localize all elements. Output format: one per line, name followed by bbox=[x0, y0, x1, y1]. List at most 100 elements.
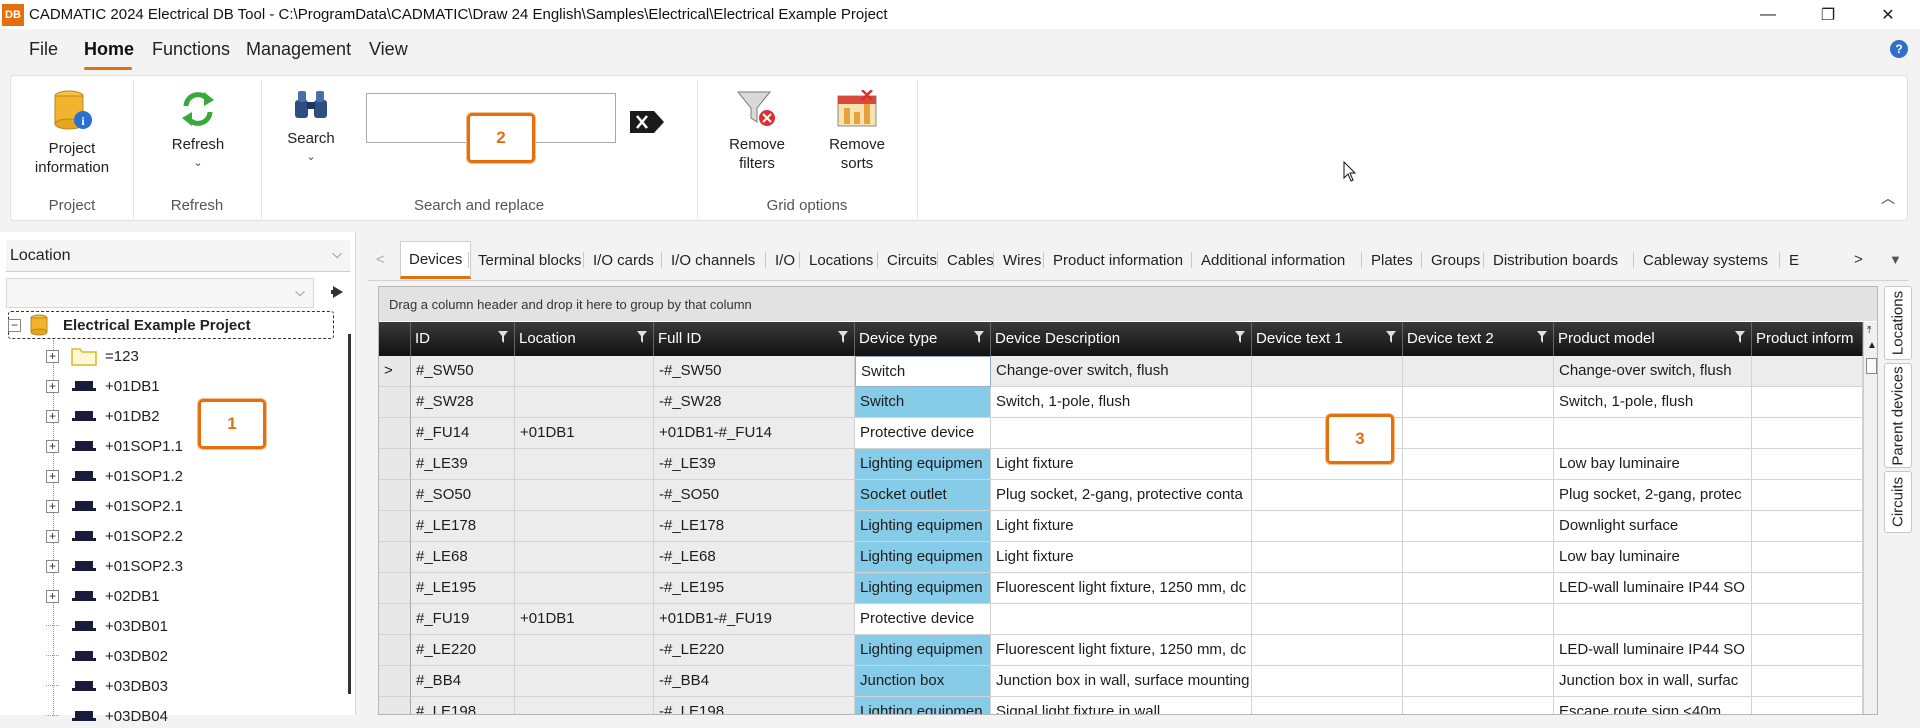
column-filter-icon[interactable] bbox=[974, 331, 984, 343]
table-cell[interactable] bbox=[1403, 604, 1554, 635]
column-header[interactable]: Device text 1 bbox=[1252, 322, 1403, 356]
table-cell[interactable]: #_LE68 bbox=[411, 542, 515, 573]
tab-terminal-blocks[interactable]: Terminal blocks bbox=[470, 241, 589, 279]
table-row[interactable]: #_SO50 -#_SO50 Socket outlet Plug socket, 2… bbox=[379, 480, 1877, 511]
table-row[interactable]: #_LE178 -#_LE178 Lighting equipmen Light fi… bbox=[379, 511, 1877, 542]
tree-item[interactable]: +03DB01 bbox=[46, 614, 168, 638]
table-cell[interactable] bbox=[515, 511, 654, 542]
table-cell[interactable] bbox=[1252, 666, 1403, 697]
remove-sorts-button[interactable]: Remove sorts bbox=[811, 89, 903, 173]
table-cell[interactable]: #_BB4 bbox=[411, 666, 515, 697]
table-cell[interactable] bbox=[1752, 418, 1863, 449]
table-cell[interactable]: Junction box in wall, surfac bbox=[1554, 666, 1752, 697]
column-filter-icon[interactable] bbox=[1537, 331, 1547, 343]
table-cell[interactable] bbox=[1403, 666, 1554, 697]
row-selector[interactable] bbox=[379, 573, 411, 604]
view-select[interactable]: Location ⌵ bbox=[6, 240, 350, 272]
clear-search-icon[interactable] bbox=[628, 109, 666, 135]
tree-root[interactable]: − Electrical Example Project bbox=[8, 311, 334, 339]
table-cell[interactable] bbox=[1752, 511, 1863, 542]
column-filter-icon[interactable] bbox=[838, 331, 848, 343]
table-cell[interactable]: -#_SO50 bbox=[654, 480, 855, 511]
group-by-panel[interactable]: Drag a column header and drop it here to… bbox=[379, 287, 1877, 321]
tree-item[interactable]: + +01SOP1.1 bbox=[46, 434, 183, 458]
table-cell[interactable] bbox=[1252, 573, 1403, 604]
tab-i-o-cards[interactable]: I/O cards bbox=[585, 241, 662, 279]
table-cell[interactable]: -#_SW50 bbox=[654, 356, 855, 387]
table-cell[interactable] bbox=[1252, 542, 1403, 573]
table-cell[interactable] bbox=[1752, 356, 1863, 387]
tab-plates[interactable]: Plates bbox=[1363, 241, 1421, 279]
table-cell[interactable]: #_SW50 bbox=[411, 356, 515, 387]
table-cell[interactable]: Light fixture bbox=[991, 511, 1252, 542]
table-cell[interactable] bbox=[1752, 604, 1863, 635]
table-cell[interactable] bbox=[515, 697, 654, 714]
table-row[interactable]: #_LE195 -#_LE195 Lighting equipmen Fluoresc… bbox=[379, 573, 1877, 604]
row-selector[interactable]: > bbox=[379, 356, 411, 387]
column-header[interactable]: Product inform bbox=[1752, 322, 1863, 356]
table-cell[interactable]: #_LE178 bbox=[411, 511, 515, 542]
table-cell[interactable] bbox=[1252, 480, 1403, 511]
expand-icon[interactable]: + bbox=[46, 439, 59, 453]
table-cell[interactable]: Switch, 1-pole, flush bbox=[1554, 387, 1752, 418]
table-cell[interactable] bbox=[1752, 480, 1863, 511]
table-cell[interactable] bbox=[1403, 573, 1554, 604]
table-cell[interactable]: Change-over switch, flush bbox=[991, 356, 1252, 387]
tree-item[interactable]: + +01SOP2.3 bbox=[46, 554, 183, 578]
table-cell[interactable]: +01DB1 bbox=[515, 418, 654, 449]
table-cell[interactable]: Plug socket, 2-gang, protec bbox=[1554, 480, 1752, 511]
side-tab-locations[interactable]: Locations bbox=[1884, 286, 1912, 360]
side-tab-circuits[interactable]: Circuits bbox=[1884, 471, 1912, 533]
table-cell[interactable]: LED-wall luminaire IP44 SO bbox=[1554, 573, 1752, 604]
table-cell[interactable] bbox=[1752, 542, 1863, 573]
menu-view[interactable]: View bbox=[369, 39, 408, 60]
tab-i-o[interactable]: I/O bbox=[767, 241, 803, 279]
table-cell[interactable] bbox=[1403, 418, 1554, 449]
tree-item[interactable]: + +01SOP1.2 bbox=[46, 464, 183, 488]
table-cell[interactable] bbox=[515, 573, 654, 604]
table-cell[interactable] bbox=[1752, 387, 1863, 418]
table-cell[interactable]: LED-wall luminaire IP44 SO bbox=[1554, 635, 1752, 666]
row-selector[interactable] bbox=[379, 635, 411, 666]
tree-item[interactable]: + +02DB1 bbox=[46, 584, 160, 608]
row-selector[interactable] bbox=[379, 387, 411, 418]
tree-filter-select[interactable]: ⌵ bbox=[6, 278, 314, 308]
refresh-button[interactable]: Refresh ⌄ bbox=[158, 88, 238, 173]
table-cell[interactable] bbox=[515, 356, 654, 387]
table-cell[interactable]: #_LE195 bbox=[411, 573, 515, 604]
table-cell[interactable]: #_LE198 bbox=[411, 697, 515, 714]
table-cell[interactable]: Lighting equipmen bbox=[855, 542, 991, 573]
expand-icon[interactable]: + bbox=[46, 469, 59, 483]
tab-product-information[interactable]: Product information bbox=[1045, 241, 1191, 279]
tab-additional-information[interactable]: Additional information bbox=[1193, 241, 1353, 279]
collapse-icon[interactable]: − bbox=[8, 318, 21, 332]
table-cell[interactable] bbox=[515, 449, 654, 480]
table-cell[interactable]: Lighting equipmen bbox=[855, 573, 991, 604]
table-cell[interactable]: #_SO50 bbox=[411, 480, 515, 511]
table-cell[interactable] bbox=[1403, 480, 1554, 511]
tree-item[interactable]: + +01DB2 bbox=[46, 404, 160, 428]
table-cell[interactable]: Signal light fixture in wall bbox=[991, 697, 1252, 714]
table-cell[interactable] bbox=[1403, 542, 1554, 573]
table-cell[interactable] bbox=[1403, 387, 1554, 418]
table-cell[interactable]: #_LE39 bbox=[411, 449, 515, 480]
table-cell[interactable] bbox=[515, 542, 654, 573]
table-cell[interactable] bbox=[1252, 511, 1403, 542]
tab-list-dropdown-icon[interactable]: ▼ bbox=[1889, 252, 1902, 267]
side-tab-parent-devices[interactable]: Parent devices bbox=[1884, 363, 1912, 468]
table-row[interactable]: #_FU19 +01DB1 +01DB1-#_FU19 Protective devi… bbox=[379, 604, 1877, 635]
table-cell[interactable] bbox=[1752, 449, 1863, 480]
table-cell[interactable]: Fluorescent light fixture, 1250 mm, dc bbox=[991, 573, 1252, 604]
tree-item[interactable]: + +01SOP2.2 bbox=[46, 524, 183, 548]
table-cell[interactable]: Protective device bbox=[855, 604, 991, 635]
tab-cableway-systems[interactable]: Cableway systems bbox=[1635, 241, 1776, 279]
tree-item[interactable]: +03DB04 bbox=[46, 704, 168, 728]
column-header[interactable]: Device type bbox=[855, 322, 991, 356]
table-cell[interactable] bbox=[515, 635, 654, 666]
table-cell[interactable] bbox=[1752, 666, 1863, 697]
tree-scrollbar[interactable] bbox=[348, 334, 351, 694]
table-cell[interactable] bbox=[1554, 418, 1752, 449]
table-cell[interactable]: +01DB1-#_FU14 bbox=[654, 418, 855, 449]
table-cell[interactable] bbox=[1752, 573, 1863, 604]
tab-scroll-right-icon[interactable]: > bbox=[1854, 251, 1863, 268]
